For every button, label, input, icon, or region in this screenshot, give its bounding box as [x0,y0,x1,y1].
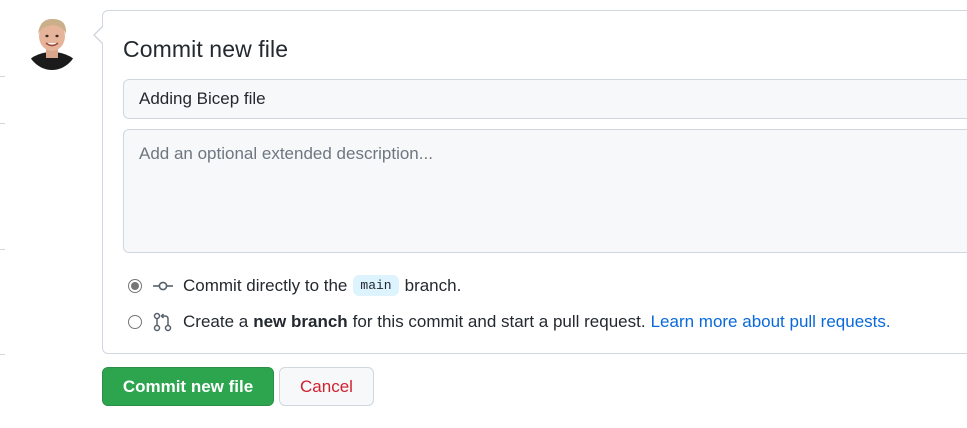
commit-page: Commit new file Commit directly to the m… [0,0,967,428]
branch-name-badge: main [353,275,399,296]
form-title: Commit new file [123,36,289,62]
radio-new-branch[interactable] [128,315,142,329]
edge-divider [0,123,5,124]
commit-description-textarea[interactable] [123,129,967,253]
box-caret-inner [95,27,103,43]
commit-summary-input[interactable] [123,79,967,119]
option-new-branch[interactable]: Create a new branch for this commit and … [128,312,891,332]
git-commit-icon [153,277,173,295]
cancel-button[interactable]: Cancel [279,367,374,406]
edge-divider [0,76,5,77]
commit-new-file-button[interactable]: Commit new file [102,367,274,406]
option-text: Create a [183,312,249,331]
option-text: branch. [404,275,462,295]
avatar[interactable] [26,14,78,70]
edge-divider [0,249,5,250]
option-text-bold: new branch [253,312,348,331]
avatar-image [26,14,78,70]
learn-more-link[interactable]: Learn more about pull requests. [651,312,891,332]
git-pull-request-icon [153,312,173,332]
option-text: Commit directly to the [183,275,348,295]
radio-commit-directly[interactable] [128,278,142,293]
option-text: for this commit and start a pull request… [352,312,646,331]
option-commit-directly[interactable]: Commit directly to the main branch. [128,275,461,296]
edge-divider [0,354,5,355]
